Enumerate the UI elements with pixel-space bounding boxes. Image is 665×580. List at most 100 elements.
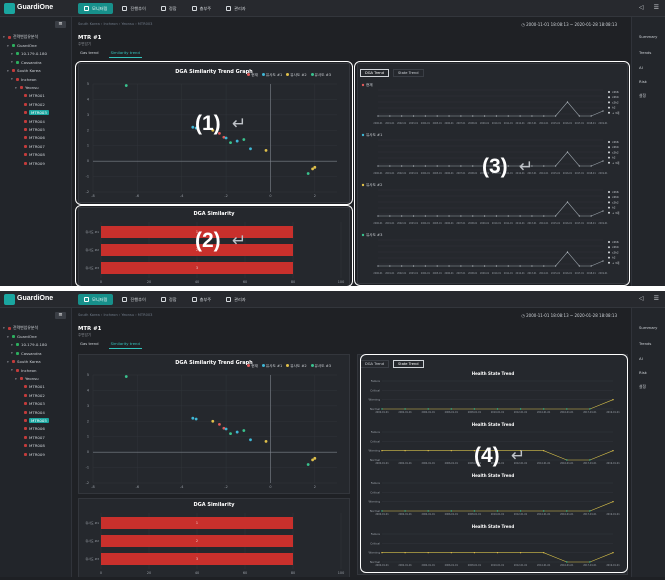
- tree-node[interactable]: MTR004: [3, 408, 71, 416]
- tree-node[interactable]: MTR001: [3, 383, 71, 391]
- tab-similarity-trend[interactable]: Similarity trend: [108, 48, 142, 58]
- nav-monitoring[interactable]: 모니터링: [78, 3, 114, 14]
- chevron-down-icon: ▾: [11, 342, 13, 347]
- list-icon: [122, 6, 128, 11]
- nav-label: 진행추이: [130, 296, 146, 302]
- scatter-point: [124, 375, 128, 378]
- tree-node[interactable]: ▾ South Korea: [3, 358, 71, 366]
- x-tick-label: -2: [224, 485, 227, 489]
- tab-similarity-trend[interactable]: Similarity trend: [108, 339, 142, 349]
- status-icon: [24, 153, 27, 157]
- rail-settings[interactable]: 설정: [639, 93, 646, 99]
- nav-match[interactable]: 정합: [155, 294, 183, 305]
- tree-menu-button[interactable]: ≡: [55, 312, 66, 319]
- tab-gas-trend[interactable]: Gas trend: [78, 339, 101, 349]
- scatter-point: [313, 456, 317, 460]
- status-icon: [12, 69, 15, 73]
- nav-trend[interactable]: 진행추이: [116, 3, 151, 14]
- tree-node[interactable]: MTR008: [3, 150, 71, 158]
- nav-part[interactable]: 충부주: [186, 294, 218, 305]
- tree-node[interactable]: MTR003: [3, 109, 71, 117]
- tree-node[interactable]: MTR005: [3, 416, 71, 424]
- page-title: MTR #1: [78, 326, 102, 332]
- nav-trend[interactable]: 진행추이: [116, 294, 151, 305]
- tree-node[interactable]: MTR002: [3, 391, 71, 399]
- tree-menu-button[interactable]: ≡: [55, 21, 66, 28]
- y-tick-label: -1: [86, 466, 89, 470]
- tree-node[interactable]: ▾ 10.179.0.180: [3, 341, 71, 349]
- logo-mark-icon: [4, 3, 15, 14]
- tree-node[interactable]: MTR004: [3, 117, 71, 125]
- rail-settings[interactable]: 설정: [639, 384, 646, 390]
- tree-node[interactable]: MTR007: [3, 142, 71, 150]
- nav-label: 진행추이: [130, 5, 146, 11]
- nav-match[interactable]: 정합: [155, 3, 183, 14]
- right-rail: Summary Trends AI Risk 설정: [631, 308, 665, 577]
- app-logo[interactable]: GuardiOne: [4, 2, 53, 15]
- status-icon: [20, 377, 23, 381]
- tree-node-label: MTR007: [29, 143, 45, 149]
- nav-label: 모니터링: [92, 5, 108, 11]
- tree-node[interactable]: MTR003: [3, 400, 71, 408]
- gear-icon: [226, 297, 232, 302]
- rail-ai[interactable]: AI: [639, 65, 643, 70]
- bell-icon: [160, 297, 166, 302]
- tree-node[interactable]: ▾ Yeonsu: [3, 83, 71, 91]
- notification-icon[interactable]: ◁: [639, 295, 644, 302]
- rail-trends[interactable]: Trends: [639, 50, 651, 55]
- x-tick-label: 0: [269, 485, 271, 489]
- date-range[interactable]: ◷ 2000-11-01 18:08:13 ~ 2020-01-28 18:08…: [521, 22, 617, 27]
- tree-node[interactable]: ▾ 10.179.0.180: [3, 50, 71, 58]
- chart-icon: [191, 297, 197, 302]
- rail-risk[interactable]: Risk: [639, 370, 647, 375]
- tree-node[interactable]: ▾ 전력변압유분석: [3, 33, 71, 41]
- bar-category-label: 유사도 #2: [85, 538, 99, 543]
- tree-node[interactable]: ▾ Incheon: [3, 366, 71, 374]
- tree-node[interactable]: ▾ South Korea: [3, 67, 71, 75]
- nav-label: 모니터링: [92, 296, 108, 302]
- tree-node[interactable]: ▾ 전력변압유분석: [3, 324, 71, 332]
- chevron-down-icon: ▾: [7, 359, 9, 364]
- notification-icon[interactable]: ◁: [639, 4, 644, 11]
- tree-node[interactable]: ▾ GuardOne: [3, 332, 71, 340]
- tree-node-label: Yeonsu: [25, 85, 39, 91]
- tree-node[interactable]: MTR009: [3, 159, 71, 167]
- x-tick-label: 2: [314, 485, 316, 489]
- tree-node[interactable]: ▾ Incheon: [3, 75, 71, 83]
- tree-node[interactable]: ▾ Cassandra: [3, 58, 71, 66]
- x-tick-label: -6: [136, 485, 139, 489]
- tree-node[interactable]: MTR007: [3, 433, 71, 441]
- date-range[interactable]: ◷ 2000-11-01 18:08:13 ~ 2020-01-28 18:08…: [521, 313, 617, 318]
- bar-data-label: 2: [196, 539, 198, 543]
- tree-node[interactable]: MTR009: [3, 450, 71, 458]
- rail-ai[interactable]: AI: [639, 356, 643, 361]
- rail-trends[interactable]: Trends: [639, 341, 651, 346]
- nav-monitoring[interactable]: 모니터링: [78, 294, 114, 305]
- tree-node[interactable]: MTR005: [3, 125, 71, 133]
- nav-admin[interactable]: 관리자: [220, 294, 252, 305]
- tree-node[interactable]: MTR006: [3, 134, 71, 142]
- status-icon: [12, 335, 15, 339]
- tree-node[interactable]: ▾ Cassandra: [3, 349, 71, 357]
- tree-node[interactable]: ▾ Yeonsu: [3, 374, 71, 382]
- tree-node[interactable]: MTR002: [3, 100, 71, 108]
- nav-admin[interactable]: 관리자: [220, 3, 252, 14]
- tree-node-label: MTR002: [29, 101, 45, 107]
- rail-risk[interactable]: Risk: [639, 79, 647, 84]
- rail-summary[interactable]: Summary: [639, 325, 657, 330]
- tree-node[interactable]: MTR008: [3, 441, 71, 449]
- return-arrow-icon: ↵: [232, 114, 247, 134]
- rail-summary[interactable]: Summary: [639, 34, 657, 39]
- app-logo[interactable]: GuardiOne: [4, 293, 53, 306]
- tree-node[interactable]: MTR006: [3, 425, 71, 433]
- status-icon: [24, 410, 27, 414]
- tree-node[interactable]: MTR001: [3, 92, 71, 100]
- menu-icon[interactable]: ☰: [654, 295, 659, 302]
- x-tick-label: -4: [180, 485, 183, 489]
- tree-node[interactable]: ▾ GuardOne: [3, 41, 71, 49]
- menu-icon[interactable]: ☰: [654, 4, 659, 11]
- nav-part[interactable]: 충부주: [186, 3, 218, 14]
- tab-gas-trend[interactable]: Gas trend: [78, 48, 101, 58]
- scatter-point: [264, 439, 268, 443]
- page-subtitle: 주변압기: [78, 42, 92, 46]
